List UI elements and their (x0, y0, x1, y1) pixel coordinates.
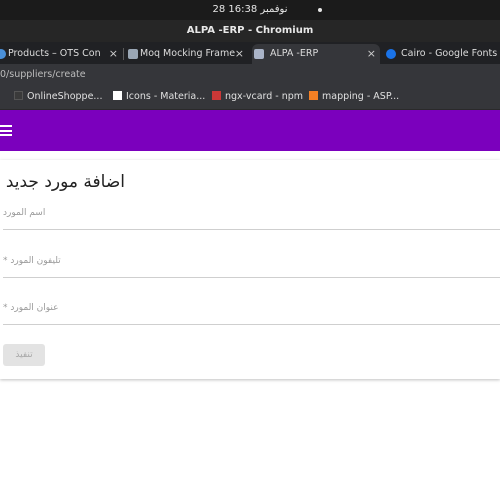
bookmarks-bar: OnlineShoppe... Icons - Materia... ngx-v… (0, 86, 500, 110)
main-content: اضافة مورد جديد اسم المورد تليفون المورد… (0, 151, 500, 500)
url-text[interactable]: 0/suppliers/create (0, 69, 86, 80)
bookmark-mapping-asp[interactable]: mapping - ASP... (309, 91, 399, 102)
google-fonts-icon (386, 49, 396, 59)
field-label: اسم المورد (3, 208, 46, 218)
tab-label: ALPA -ERP (270, 48, 319, 59)
page-icon (254, 49, 264, 59)
tab-label: Products – OTS Con (8, 48, 101, 59)
field-underline (3, 277, 500, 278)
supplier-name-field[interactable]: اسم المورد (3, 200, 500, 230)
tab-separator (123, 48, 124, 60)
tab-label: Moq Mocking Frame (140, 48, 236, 59)
bookmark-icon (113, 91, 122, 100)
supplier-form-card: اضافة مورد جديد اسم المورد تليفون المورد… (0, 160, 500, 379)
bookmark-ngx-vcard[interactable]: ngx-vcard - npm (212, 91, 303, 102)
bookmark-label: Icons - Materia... (126, 91, 206, 102)
page-title: اضافة مورد جديد (5, 172, 125, 192)
bookmark-label: ngx-vcard - npm (225, 91, 304, 102)
bookmark-label: mapping - ASP... (322, 91, 400, 102)
supplier-phone-field[interactable]: تليفون المورد * (3, 248, 500, 278)
notification-dot-icon (318, 8, 322, 12)
os-clock[interactable]: 28 نوفمبر 16:38 (0, 4, 500, 15)
tab-moq[interactable]: Moq Mocking Frame × (126, 44, 248, 64)
web-page-icon (0, 49, 6, 59)
stackoverflow-icon (309, 91, 318, 100)
app-header (0, 110, 500, 151)
tab-label: Cairo - Google Fonts (401, 48, 498, 59)
browser-tab-strip: Products – OTS Con × Moq Mocking Frame ×… (0, 42, 500, 64)
tab-google-fonts[interactable]: Cairo - Google Fonts (384, 44, 500, 64)
field-label: عنوان المورد * (3, 303, 59, 313)
bookmark-icons-material[interactable]: Icons - Materia... (113, 91, 205, 102)
bookmark-label: OnlineShoppe... (27, 91, 103, 102)
tab-alpa-erp[interactable]: ALPA -ERP × (252, 44, 380, 64)
submit-button[interactable]: تنفيذ (3, 344, 45, 366)
close-icon[interactable]: × (109, 47, 118, 60)
window-title-bar: ALPA -ERP - Chromium (0, 20, 500, 42)
supplier-address-field[interactable]: عنوان المورد * (3, 295, 500, 325)
bookmark-onlineshoppe[interactable]: OnlineShoppe... (14, 91, 102, 102)
npm-icon (212, 91, 221, 100)
tab-products[interactable]: Products – OTS Con × (0, 44, 122, 64)
field-label: تليفون المورد * (3, 256, 61, 266)
moq-icon (128, 49, 138, 59)
window-title: ALPA -ERP - Chromium (186, 25, 314, 36)
hamburger-menu-icon[interactable] (0, 125, 12, 136)
address-bar[interactable]: 0/suppliers/create (0, 64, 500, 86)
close-icon[interactable]: × (367, 47, 376, 60)
field-underline (3, 324, 500, 325)
folder-icon (14, 91, 23, 100)
os-top-bar: 28 نوفمبر 16:38 (0, 0, 500, 20)
close-icon[interactable]: × (235, 47, 244, 60)
field-underline (3, 229, 500, 230)
